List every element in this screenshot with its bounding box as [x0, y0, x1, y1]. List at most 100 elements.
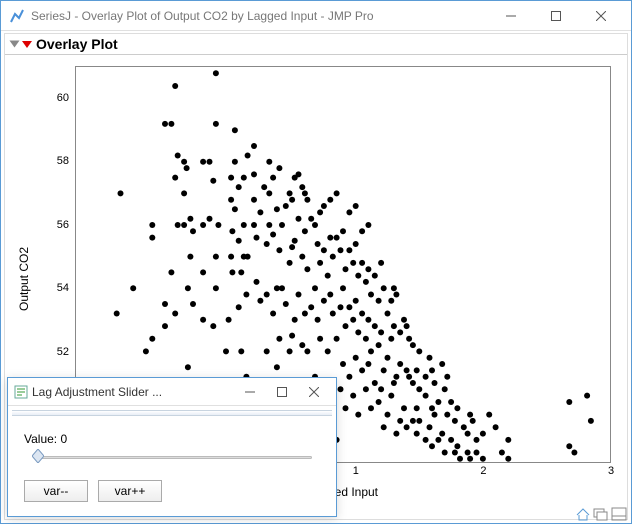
data-point[interactable] — [317, 260, 323, 266]
data-point[interactable] — [480, 431, 486, 437]
disclosure-icon[interactable] — [10, 41, 20, 48]
data-point[interactable] — [442, 450, 448, 456]
data-point[interactable] — [393, 374, 399, 380]
data-point[interactable] — [414, 405, 420, 411]
data-point[interactable] — [223, 348, 229, 354]
data-point[interactable] — [393, 292, 399, 298]
data-point[interactable] — [376, 298, 382, 304]
data-point[interactable] — [410, 380, 416, 386]
data-point[interactable] — [257, 209, 263, 215]
data-point[interactable] — [312, 222, 318, 228]
data-point[interactable] — [200, 317, 206, 323]
data-point[interactable] — [365, 361, 371, 367]
data-point[interactable] — [304, 348, 310, 354]
data-point[interactable] — [372, 380, 378, 386]
data-point[interactable] — [435, 399, 441, 405]
data-point[interactable] — [368, 405, 374, 411]
data-point[interactable] — [308, 304, 314, 310]
data-point[interactable] — [353, 355, 359, 361]
data-point[interactable] — [213, 285, 219, 291]
data-point[interactable] — [423, 393, 429, 399]
data-point[interactable] — [372, 323, 378, 329]
data-point[interactable] — [289, 197, 295, 203]
data-point[interactable] — [200, 269, 206, 275]
data-point[interactable] — [210, 323, 216, 329]
data-point[interactable] — [346, 247, 352, 253]
data-point[interactable] — [432, 412, 438, 418]
data-point[interactable] — [287, 190, 293, 196]
data-point[interactable] — [315, 241, 321, 247]
data-point[interactable] — [283, 301, 289, 307]
data-point[interactable] — [200, 222, 206, 228]
data-point[interactable] — [355, 329, 361, 335]
data-point[interactable] — [283, 203, 289, 209]
data-point[interactable] — [404, 367, 410, 373]
data-point[interactable] — [381, 285, 387, 291]
data-point[interactable] — [330, 311, 336, 317]
data-point[interactable] — [232, 206, 238, 212]
data-point[interactable] — [184, 165, 190, 171]
data-point[interactable] — [228, 254, 234, 260]
data-point[interactable] — [226, 317, 232, 323]
data-point[interactable] — [359, 260, 365, 266]
data-point[interactable] — [566, 399, 572, 405]
data-point[interactable] — [378, 329, 384, 335]
data-point[interactable] — [353, 203, 359, 209]
data-point[interactable] — [228, 197, 234, 203]
data-point[interactable] — [343, 405, 349, 411]
data-point[interactable] — [175, 153, 181, 159]
data-point[interactable] — [439, 361, 445, 367]
data-point[interactable] — [406, 336, 412, 342]
data-point[interactable] — [461, 424, 467, 430]
data-point[interactable] — [334, 235, 340, 241]
data-point[interactable] — [238, 269, 244, 275]
data-point[interactable] — [207, 159, 213, 165]
data-point[interactable] — [130, 285, 136, 291]
data-point[interactable] — [321, 298, 327, 304]
data-point[interactable] — [340, 361, 346, 367]
slider-close-button[interactable] — [298, 378, 330, 406]
close-button[interactable] — [578, 2, 623, 30]
data-point[interactable] — [296, 171, 302, 177]
data-point[interactable] — [236, 238, 242, 244]
data-point[interactable] — [215, 222, 221, 228]
data-point[interactable] — [448, 437, 454, 443]
data-point[interactable] — [467, 456, 473, 462]
data-point[interactable] — [299, 254, 305, 260]
data-point[interactable] — [442, 386, 448, 392]
data-point[interactable] — [359, 228, 365, 234]
maximize-button[interactable] — [533, 2, 578, 30]
var-minus-button[interactable]: var-- — [24, 480, 88, 502]
data-point[interactable] — [340, 285, 346, 291]
data-point[interactable] — [401, 317, 407, 323]
data-point[interactable] — [254, 235, 260, 241]
data-point[interactable] — [355, 412, 361, 418]
data-point[interactable] — [343, 266, 349, 272]
data-point[interactable] — [190, 301, 196, 307]
data-point[interactable] — [350, 317, 356, 323]
data-point[interactable] — [245, 254, 251, 260]
data-point[interactable] — [584, 393, 590, 399]
minimize-button[interactable] — [488, 2, 533, 30]
data-point[interactable] — [467, 412, 473, 418]
data-point[interactable] — [435, 437, 441, 443]
data-point[interactable] — [457, 456, 463, 462]
data-point[interactable] — [276, 336, 282, 342]
data-point[interactable] — [185, 285, 191, 291]
data-point[interactable] — [423, 437, 429, 443]
data-point[interactable] — [385, 412, 391, 418]
data-point[interactable] — [365, 266, 371, 272]
data-point[interactable] — [452, 450, 458, 456]
data-point[interactable] — [391, 380, 397, 386]
data-point[interactable] — [410, 418, 416, 424]
data-point[interactable] — [363, 279, 369, 285]
data-point[interactable] — [264, 241, 270, 247]
data-point[interactable] — [241, 222, 247, 228]
slider-track[interactable] — [32, 450, 320, 464]
data-point[interactable] — [264, 292, 270, 298]
data-point[interactable] — [416, 386, 422, 392]
data-point[interactable] — [302, 311, 308, 317]
data-point[interactable] — [388, 393, 394, 399]
data-point[interactable] — [276, 247, 282, 253]
data-point[interactable] — [243, 292, 249, 298]
